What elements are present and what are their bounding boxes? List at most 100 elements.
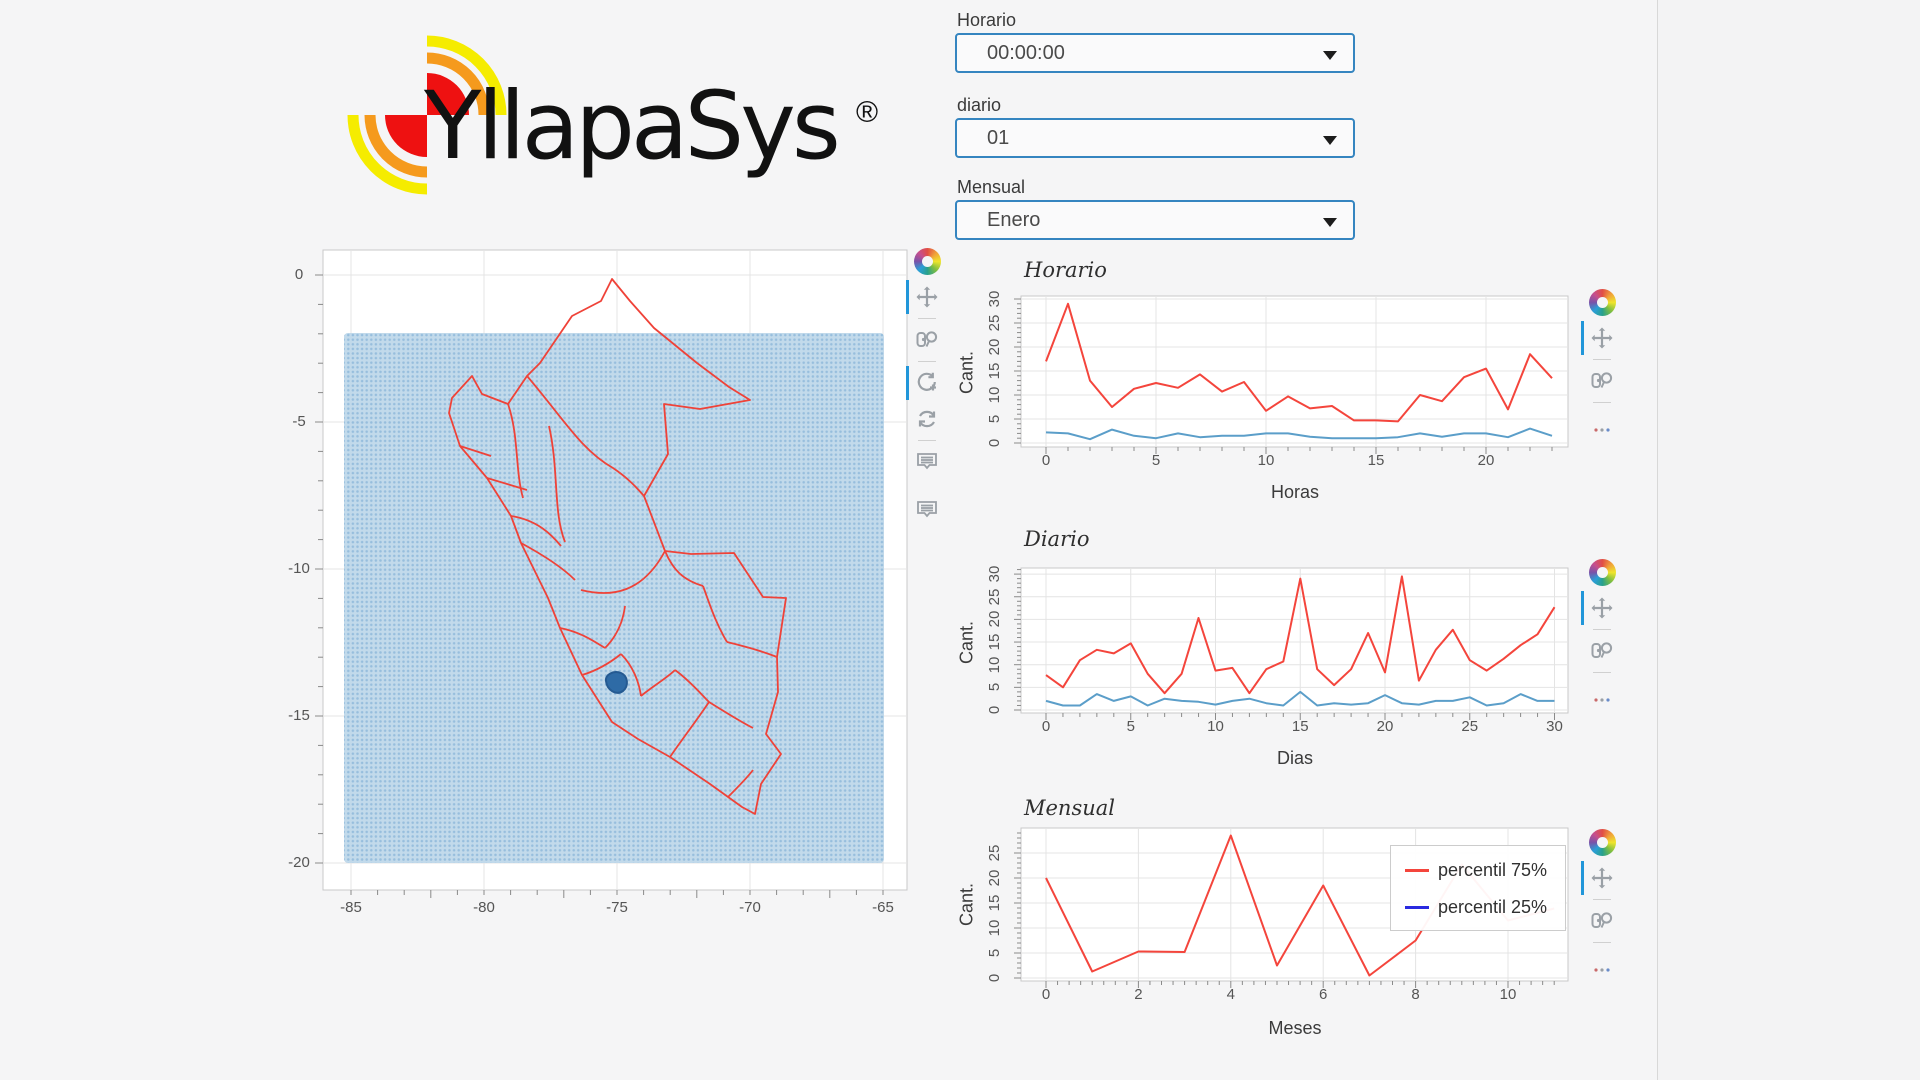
x-tick-label: 10 — [1196, 717, 1236, 737]
pan-icon — [1590, 596, 1614, 620]
map-x-tick-label: -75 — [597, 898, 637, 918]
more-icon — [1590, 682, 1614, 706]
toolbar-separator — [1593, 899, 1611, 900]
bokeh-logo-icon — [1589, 559, 1616, 586]
mensual-legend[interactable]: percentil 75% percentil 25% — [1390, 845, 1566, 931]
bokeh-logo-icon — [1589, 829, 1616, 856]
horario-ylabel: Cant. — [957, 348, 978, 398]
legend-label-p75: percentil 75% — [1438, 860, 1547, 881]
toolbar-separator — [1593, 942, 1611, 943]
box-zoom-icon — [1590, 369, 1614, 393]
legend-swatch-p75 — [1405, 869, 1429, 872]
more-tool-button[interactable] — [1587, 409, 1617, 439]
map-y-tick-label: -5 — [279, 412, 319, 432]
wheel-zoom-icon — [915, 371, 939, 395]
diario-ylabel: Cant. — [957, 618, 978, 668]
box-zoom-icon — [1590, 909, 1614, 933]
horario-xlabel: Horas — [1195, 482, 1395, 503]
horario-label: Horario — [957, 10, 1016, 31]
horario-select[interactable]: 00:00:00 — [955, 33, 1355, 73]
map-y-tick-label: -10 — [279, 559, 319, 579]
reset-tool-button[interactable] — [912, 404, 942, 434]
y-tick-label: 30 — [985, 554, 1005, 594]
more-icon — [1590, 412, 1614, 436]
right-empty-pane — [1658, 0, 1920, 1080]
map-x-tick-label: -85 — [331, 898, 371, 918]
pan-tool-button[interactable] — [1587, 323, 1617, 353]
x-tick-label: 30 — [1535, 717, 1575, 737]
hover-tool-button[interactable] — [912, 447, 942, 477]
registered-mark: ® — [856, 96, 878, 130]
x-tick-label: 5 — [1111, 717, 1151, 737]
box-zoom-icon — [915, 328, 939, 352]
mensual-select[interactable]: Enero — [955, 200, 1355, 240]
toolbar-separator — [1593, 402, 1611, 403]
map-x-tick-label: -70 — [730, 898, 770, 918]
mensual-xlabel: Meses — [1195, 1018, 1395, 1039]
toolbar-separator — [918, 440, 936, 441]
y-tick-label: 30 — [985, 279, 1005, 319]
x-tick-label: 15 — [1356, 451, 1396, 471]
diario-xlabel: Dias — [1195, 748, 1395, 769]
mensual-label: Mensual — [957, 177, 1025, 198]
chart-title-diario: Diario — [1024, 527, 1089, 551]
x-tick-label: 10 — [1246, 451, 1286, 471]
shaded-data-region — [344, 333, 884, 863]
horario-toolbar — [1585, 287, 1619, 442]
y-tick-label: 25 — [985, 833, 1005, 873]
hover-icon — [915, 450, 939, 474]
diario-select[interactable]: 01 — [955, 118, 1355, 158]
map-toolbar — [910, 246, 944, 528]
mensual-select-value: Enero — [987, 209, 1040, 232]
more-tool-button[interactable] — [1587, 679, 1617, 709]
box-zoom-tool-button[interactable] — [1587, 636, 1617, 666]
map-x-tick-label: -65 — [863, 898, 903, 918]
chart-title-horario: Horario — [1024, 258, 1107, 282]
reset-icon — [915, 407, 939, 431]
app-root: { "app": { "logo_text": "YllapaSys", "re… — [0, 0, 1920, 1080]
hover-tool-button[interactable] — [912, 495, 942, 525]
pan-tool-button[interactable] — [912, 282, 942, 312]
x-tick-label: 10 — [1488, 985, 1528, 1005]
x-tick-label: 6 — [1303, 985, 1343, 1005]
horario-chart-plot[interactable] — [1007, 294, 1578, 459]
toolbar-separator — [1593, 359, 1611, 360]
pan-tool-button[interactable] — [1587, 593, 1617, 623]
chevron-down-icon — [1323, 136, 1337, 145]
wheel-zoom-tool-button[interactable] — [912, 368, 942, 398]
box-zoom-tool-button[interactable] — [1587, 366, 1617, 396]
peru-map-plot[interactable] — [309, 248, 923, 910]
map-y-tick-label: -20 — [279, 853, 319, 873]
hover-icon — [915, 498, 939, 522]
pan-icon — [915, 285, 939, 309]
map-x-tick-label: -80 — [464, 898, 504, 918]
mensual-ylabel: Cant. — [957, 880, 978, 930]
chevron-down-icon — [1323, 51, 1337, 60]
box-zoom-tool-button[interactable] — [1587, 906, 1617, 936]
legend-label-p25: percentil 25% — [1438, 897, 1547, 918]
horario-select-value: 00:00:00 — [987, 42, 1065, 65]
x-tick-label: 20 — [1365, 717, 1405, 737]
x-tick-label: 4 — [1211, 985, 1251, 1005]
box-zoom-tool-button[interactable] — [912, 325, 942, 355]
pan-tool-button[interactable] — [1587, 863, 1617, 893]
more-icon — [1590, 952, 1614, 976]
more-tool-button[interactable] — [1587, 949, 1617, 979]
map-y-tick-label: -15 — [279, 706, 319, 726]
x-tick-label: 0 — [1026, 451, 1066, 471]
toolbar-separator — [918, 361, 936, 362]
legend-swatch-p25 — [1405, 906, 1429, 909]
bokeh-logo-icon — [914, 248, 941, 275]
chevron-down-icon — [1323, 218, 1337, 227]
x-tick-label: 5 — [1136, 451, 1176, 471]
toolbar-separator — [918, 318, 936, 319]
diario-label: diario — [957, 95, 1001, 116]
pan-icon — [1590, 326, 1614, 350]
diario-select-value: 01 — [987, 127, 1009, 150]
x-tick-label: 0 — [1026, 985, 1066, 1005]
selected-district-polygon[interactable] — [606, 672, 627, 693]
diario-chart-plot[interactable] — [1007, 566, 1578, 725]
x-tick-label: 8 — [1396, 985, 1436, 1005]
x-tick-label: 15 — [1280, 717, 1320, 737]
toolbar-separator — [1593, 629, 1611, 630]
